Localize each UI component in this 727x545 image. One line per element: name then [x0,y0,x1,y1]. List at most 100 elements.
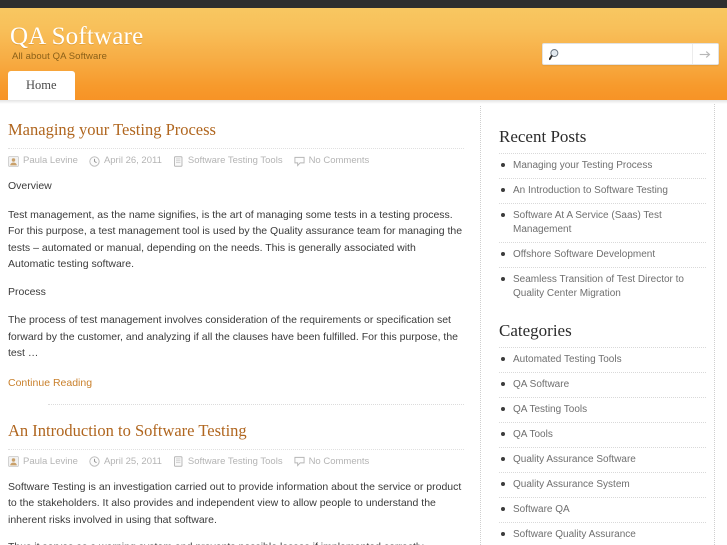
sidebar: Recent Posts Managing your Testing Proce… [481,104,706,545]
post-comments[interactable]: No Comments [294,155,370,167]
post-meta: Paula Levine April 25, 2011 Software Tes… [8,448,464,468]
search-input[interactable] [565,45,692,63]
list-item-label: Offshore Software Development [513,249,656,260]
categories-list: Automated Testing Tools QA Software QA T… [499,347,706,545]
list-item-label: An Introduction to Software Testing [513,185,668,196]
bullet-icon [501,507,505,511]
clock-icon [89,155,100,167]
list-item[interactable]: Software At A Service (Saas) Test Manage… [499,203,706,242]
page-root: QA Software All about QA Software Home M… [0,0,727,545]
main-navigation[interactable]: Home [0,70,75,100]
post-paragraph: The process of test management involves … [8,314,459,359]
clock-icon [89,456,100,467]
list-item-label: Quality Assurance System [513,479,630,490]
post-separator [48,403,464,405]
document-icon [173,155,184,167]
site-branding[interactable]: QA Software All about QA Software [10,24,143,63]
post-meta: Paula Levine April 26, 2011 Software Tes… [8,148,464,167]
post-author[interactable]: Paula Levine [8,155,78,167]
list-item[interactable]: Seamless Transition of Test Director to … [499,267,706,306]
post-paragraph: Test management, as the name signifies, … [8,208,463,271]
list-item-label: Automated Testing Tools [513,354,622,365]
post-author[interactable]: Paula Levine [8,456,78,468]
bullet-icon [501,252,505,256]
post-category[interactable]: Software Testing Tools [173,155,283,167]
site-title[interactable]: QA Software [10,24,143,50]
post-article: An Introduction to Software Testing Paul [8,421,464,545]
widget-title: Recent Posts [499,127,587,146]
page-right-divider [714,104,715,545]
post-body: Software Testing is an investigation car… [8,479,464,545]
list-item-label: Software Quality Assurance [513,529,636,540]
post-date-label: April 26, 2011 [103,155,162,166]
post-title[interactable]: Managing your Testing Process [8,120,464,140]
bullet-icon [501,457,505,461]
list-item-label: QA Tools [513,429,553,440]
post-paragraph: Thus it serves as a warning system and p… [8,539,464,545]
list-item-label: QA Testing Tools [513,404,588,415]
list-item[interactable]: Software Quality Assurance [499,522,706,545]
list-item[interactable]: An Introduction to Software Testing [499,178,706,203]
bullet-icon [501,277,505,281]
list-item-label: Software QA [513,504,570,515]
list-item-label: Managing your Testing Process [513,160,653,171]
list-item-label: Quality Assurance Software [513,454,636,465]
list-item[interactable]: Software QA [499,497,706,522]
post-author-label: Paula Levine [23,155,78,166]
post-date: April 26, 2011 [89,155,162,167]
list-item-label: Software At A Service (Saas) Test Manage… [513,210,662,235]
post-comments-label: No Comments [308,455,370,467]
bullet-icon [501,188,505,192]
list-item[interactable]: QA Tools [499,422,706,447]
post-author-label: Paula Levine [23,455,78,467]
site-header: QA Software All about QA Software Home [0,8,727,100]
bullet-icon [501,432,505,436]
list-item-label: Seamless Transition of Test Director to … [513,274,684,299]
bullet-icon [501,482,505,486]
search-box[interactable] [542,43,719,65]
document-icon [173,456,184,467]
bullet-icon [501,407,505,411]
post-article: Managing your Testing Process Paula Levi [8,120,464,394]
continue-reading-link[interactable]: Continue Reading [8,376,92,390]
bullet-icon [501,163,505,167]
main-content: Managing your Testing Process Paula Levi [0,104,480,545]
post-paragraph: Process [8,285,46,298]
list-item-label: QA Software [513,379,570,390]
list-item[interactable]: Automated Testing Tools [499,347,706,372]
post-body: Overview Test management, as the name si… [8,178,464,394]
comment-bubble-icon [294,456,305,467]
list-item[interactable]: QA Software [499,372,706,397]
post-date: April 25, 2011 [89,456,162,468]
widget-title: Categories [499,321,572,340]
widget-categories: Categories Automated Testing Tools QA So… [499,320,706,545]
post-category-label: Software Testing Tools [187,155,283,166]
post-category[interactable]: Software Testing Tools [173,456,283,468]
post-title[interactable]: An Introduction to Software Testing [8,421,464,441]
search-submit-button[interactable] [692,44,718,64]
list-item[interactable]: Quality Assurance System [499,472,706,497]
user-icon [8,456,19,467]
comment-bubble-icon [294,156,305,167]
post-comments-label: No Comments [308,155,370,166]
nav-item-home[interactable]: Home [8,71,75,100]
user-icon [8,155,19,167]
list-item[interactable]: Quality Assurance Software [499,447,706,472]
top-accent-bar [0,0,727,8]
list-item[interactable]: QA Testing Tools [499,397,706,422]
post-date-label: April 25, 2011 [103,455,162,467]
list-item[interactable]: Offshore Software Development [499,242,706,267]
post-category-label: Software Testing Tools [187,455,283,467]
bullet-icon [501,213,505,217]
bullet-icon [501,532,505,536]
widget-recent-posts: Recent Posts Managing your Testing Proce… [499,126,706,306]
post-paragraph: Overview [8,180,52,192]
magnifier-icon [543,48,565,61]
page-body: Managing your Testing Process Paula Levi [0,100,727,545]
bullet-icon [501,357,505,361]
post-comments[interactable]: No Comments [294,455,370,468]
bullet-icon [501,382,505,386]
content-columns: Managing your Testing Process Paula Levi [0,104,727,545]
list-item[interactable]: Managing your Testing Process [499,153,706,178]
recent-posts-list: Managing your Testing Process An Introdu… [499,153,706,306]
